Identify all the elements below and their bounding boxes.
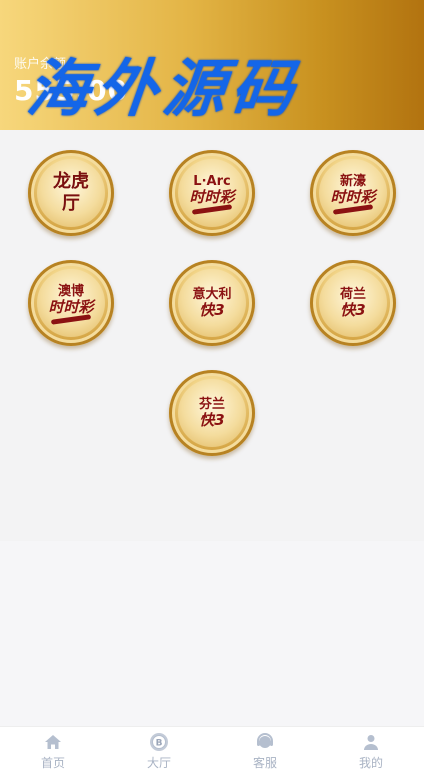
game-title: 荷兰 [339, 286, 366, 302]
game-longhu[interactable]: 龙虎 厅 [28, 150, 114, 236]
game-title: L·Arc [193, 173, 231, 189]
game-badge: 龙虎 厅 [37, 159, 105, 227]
bottom-nav: 首页 B 大厅 客服 我的 [0, 726, 424, 776]
game-badge: L·Arc 时时彩 [178, 159, 246, 227]
game-subtitle: 快3 [199, 300, 225, 319]
nav-home[interactable]: 首页 [0, 727, 106, 776]
account-header: 账户余额 555.00 海外源码 [0, 0, 424, 130]
game-netherlands-k3[interactable]: 荷兰 快3 [310, 260, 396, 346]
game-larc-ssc[interactable]: L·Arc 时时彩 [169, 150, 255, 236]
game-title: 芬兰 [198, 396, 225, 412]
nav-label: 首页 [40, 756, 65, 770]
nav-profile[interactable]: 我的 [318, 727, 424, 776]
support-icon [255, 732, 275, 752]
game-title: 意大利 [192, 286, 232, 302]
nav-label: 客服 [252, 756, 277, 770]
game-subtitle: 快3 [340, 300, 366, 319]
game-badge: 芬兰 快3 [178, 379, 246, 447]
page: 账户余额 555.00 海外源码 龙虎 厅 L·Arc 时时彩 新濠 时时彩 澳… [0, 0, 424, 776]
game-badge: 荷兰 快3 [319, 269, 387, 337]
game-subtitle: 时时彩 [189, 187, 235, 206]
game-subtitle: 时时彩 [48, 297, 94, 316]
nav-support[interactable]: 客服 [212, 727, 318, 776]
game-badge: 新濠 时时彩 [319, 159, 387, 227]
game-subtitle: 快3 [199, 410, 225, 429]
game-title: 新濠 [339, 173, 366, 189]
game-italy-k3[interactable]: 意大利 快3 [169, 260, 255, 346]
game-subtitle: 时时彩 [330, 187, 376, 206]
svg-text:B: B [156, 739, 163, 749]
game-title: 龙虎 [53, 171, 89, 192]
game-grid: 龙虎 厅 L·Arc 时时彩 新濠 时时彩 澳博 时时彩 意大利 快3 荷兰 快… [0, 130, 424, 541]
game-title: 澳博 [57, 283, 84, 299]
watermark-overlay: 海外源码 [23, 52, 304, 125]
game-finland-k3[interactable]: 芬兰 快3 [169, 370, 255, 456]
coin-icon: B [149, 732, 169, 752]
game-badge: 澳博 时时彩 [37, 269, 105, 337]
game-subtitle: 厅 [62, 193, 80, 214]
nav-lobby[interactable]: B 大厅 [106, 727, 212, 776]
game-aobo-ssc[interactable]: 澳博 时时彩 [28, 260, 114, 346]
nav-label: 大厅 [146, 756, 171, 770]
game-xinhao-ssc[interactable]: 新濠 时时彩 [310, 150, 396, 236]
game-badge: 意大利 快3 [178, 269, 246, 337]
user-icon [361, 732, 381, 752]
home-icon [43, 732, 63, 752]
nav-label: 我的 [358, 756, 383, 770]
